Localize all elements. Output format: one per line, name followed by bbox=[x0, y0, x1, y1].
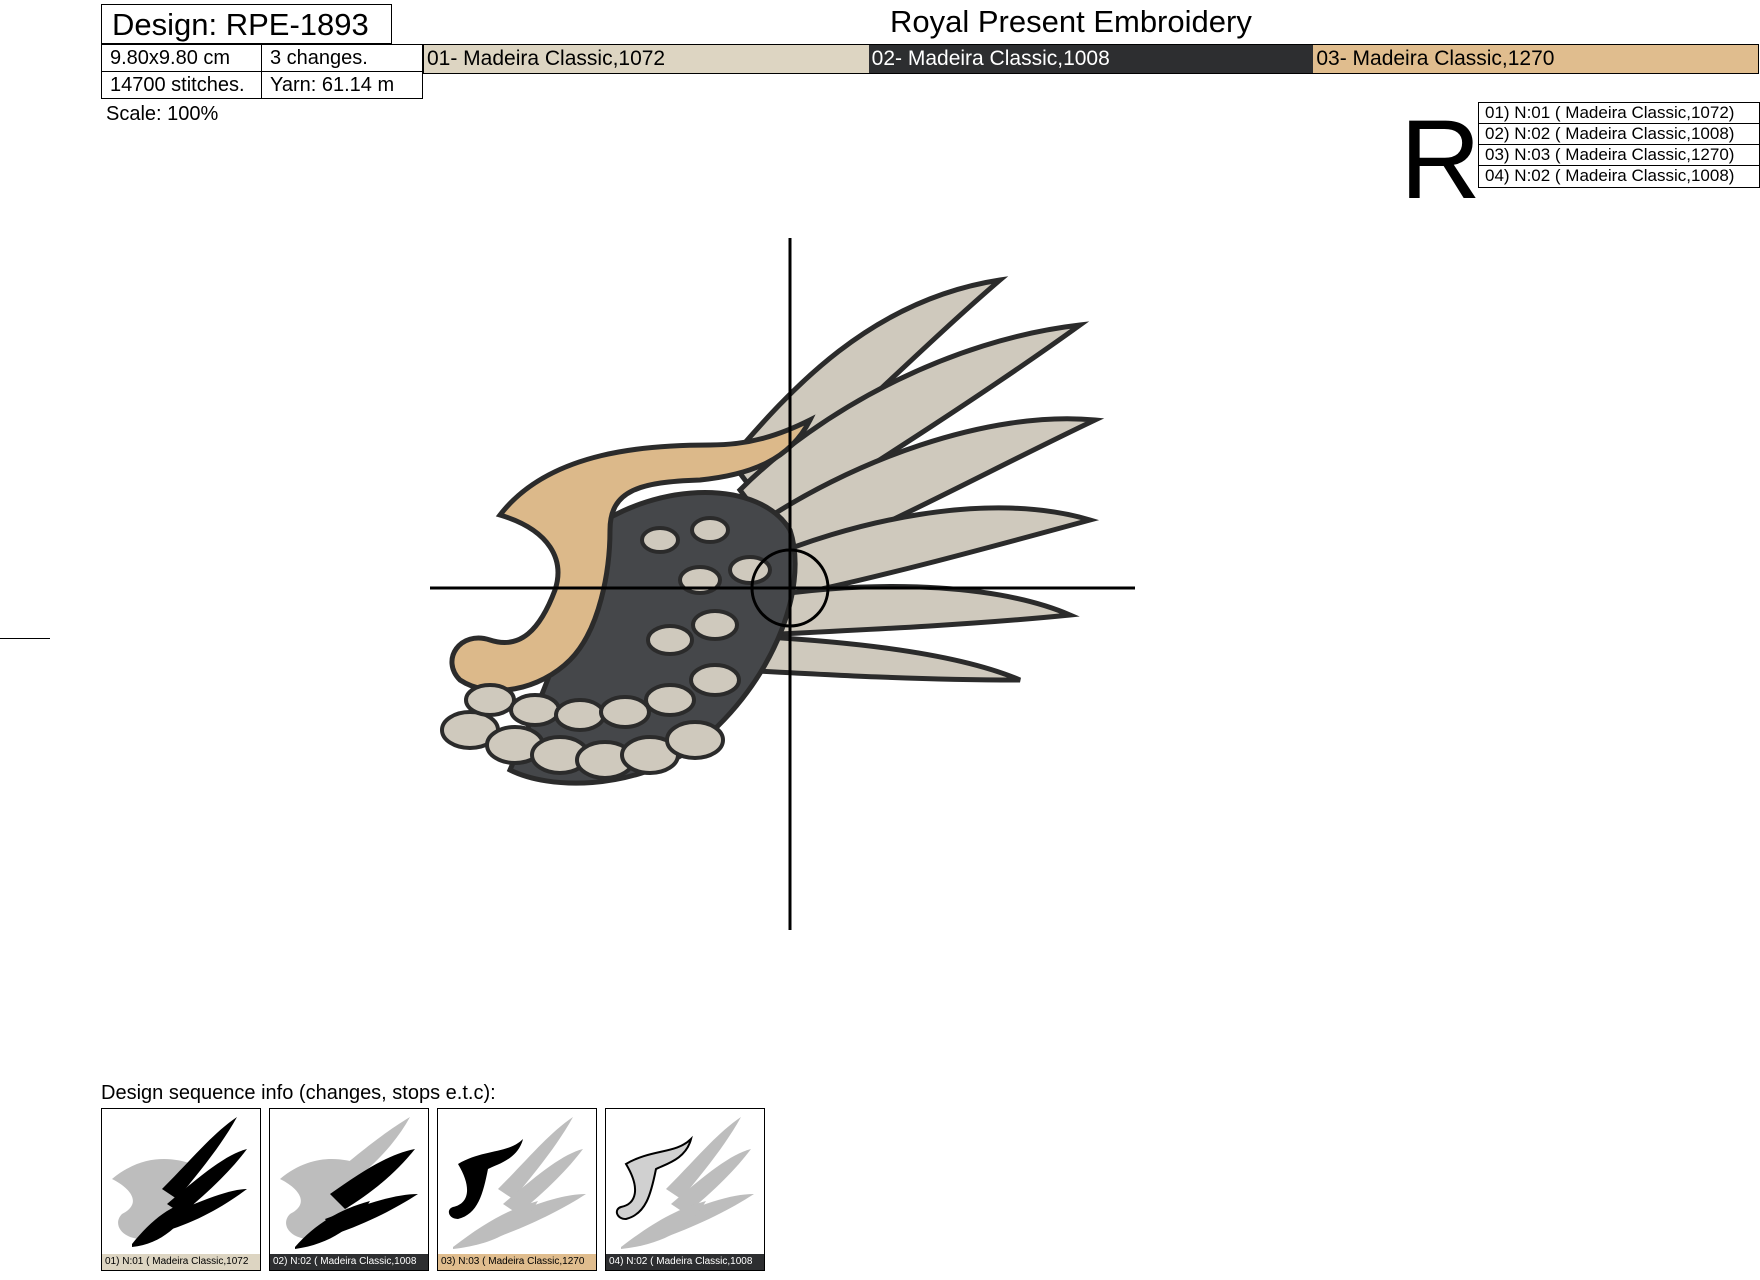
sequence-caption: 04) N:02 ( Madeira Classic,1008 bbox=[606, 1254, 764, 1270]
scale-label: Scale: 100% bbox=[106, 103, 219, 125]
sequence-step-4: 04) N:02 ( Madeira Classic,1008 bbox=[605, 1108, 765, 1271]
design-info-grid: 9.80x9.80 cm 3 changes. 14700 stitches. … bbox=[101, 44, 423, 99]
embroidery-preview bbox=[430, 238, 1135, 930]
thread-legend: 01) N:01 ( Madeira Classic,1072) 02) N:0… bbox=[1478, 102, 1760, 188]
sequence-step-3: 03) N:03 ( Madeira Classic,1270 bbox=[437, 1108, 597, 1271]
brand-title: Royal Present Embroidery bbox=[890, 4, 1252, 39]
design-size: 9.80x9.80 cm bbox=[102, 45, 262, 72]
legend-row: 02) N:02 ( Madeira Classic,1008) bbox=[1479, 124, 1759, 145]
sequence-step-1: 01) N:01 ( Madeira Classic,1072 bbox=[101, 1108, 261, 1271]
legend-row: 04) N:02 ( Madeira Classic,1008) bbox=[1485, 166, 1735, 185]
stitch-count: 14700 stitches. bbox=[102, 72, 262, 99]
wing-step-thumbnail bbox=[112, 1117, 247, 1247]
sequence-caption: 02) N:02 ( Madeira Classic,1008 bbox=[270, 1254, 428, 1270]
yarn-length: Yarn: 61.14 m bbox=[270, 74, 395, 96]
sequence-title: Design sequence info (changes, stops e.t… bbox=[101, 1082, 496, 1104]
thread-color-2: 02- Madeira Classic,1008 bbox=[868, 45, 1314, 73]
sequence-step-2: 02) N:02 ( Madeira Classic,1008 bbox=[269, 1108, 429, 1271]
margin-tick bbox=[0, 638, 50, 639]
thread-color-bar: 01- Madeira Classic,1072 02- Madeira Cla… bbox=[423, 44, 1759, 74]
registered-mark: R bbox=[1400, 97, 1481, 222]
color-changes: 3 changes. bbox=[262, 45, 422, 72]
thread-color-3: 03- Madeira Classic,1270 bbox=[1313, 45, 1759, 73]
design-title: Design: RPE-1893 bbox=[101, 4, 392, 44]
legend-row: 01) N:01 ( Madeira Classic,1072) bbox=[1479, 103, 1759, 124]
wing-step-thumbnail bbox=[280, 1117, 418, 1249]
wing-step-thumbnail bbox=[615, 1117, 754, 1249]
wing-step-thumbnail bbox=[448, 1117, 586, 1249]
thread-color-1: 01- Madeira Classic,1072 bbox=[424, 45, 869, 73]
sequence-caption: 03) N:03 ( Madeira Classic,1270 bbox=[438, 1254, 596, 1270]
legend-row: 03) N:03 ( Madeira Classic,1270) bbox=[1479, 145, 1759, 166]
sequence-caption: 01) N:01 ( Madeira Classic,1072 bbox=[102, 1254, 260, 1270]
